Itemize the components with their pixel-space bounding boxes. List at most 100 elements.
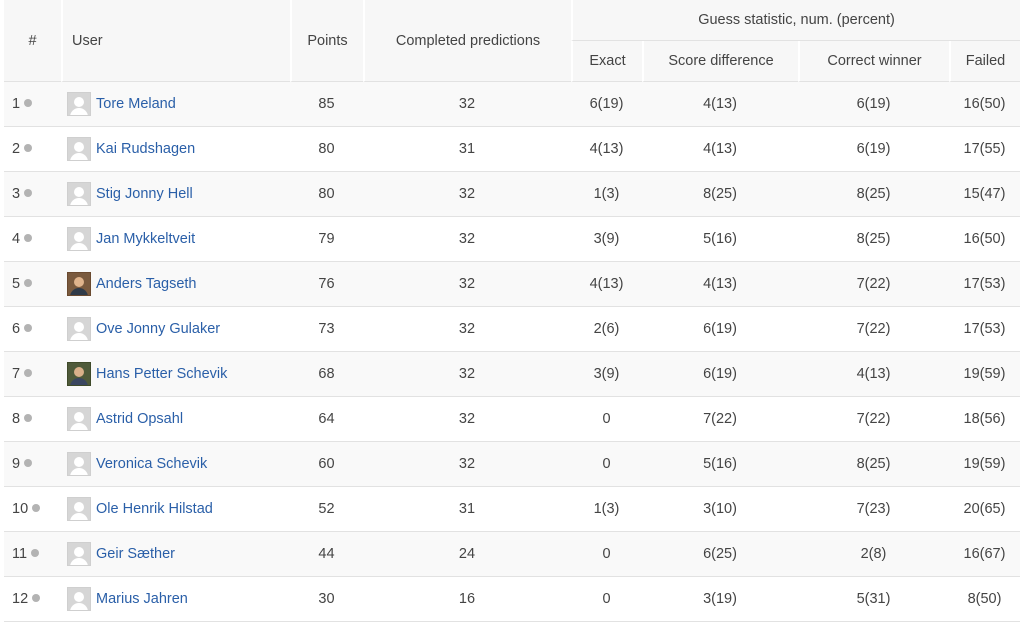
completed-predictions-cell: 31 <box>363 487 571 532</box>
default-avatar-icon[interactable] <box>67 587 91 611</box>
points-column-header[interactable]: Points <box>290 0 363 82</box>
status-dot-icon <box>24 459 33 468</box>
failed-cell: 15(47) <box>949 172 1020 217</box>
completed-predictions-cell: 32 <box>363 397 571 442</box>
user-cell: Anders Tagseth <box>61 262 290 307</box>
score-difference-cell: 3(19) <box>642 577 798 622</box>
default-avatar-icon[interactable] <box>67 317 91 341</box>
rank-number: 3 <box>12 186 21 202</box>
table-row: 9 Veronica Schevik 60 32 0 5(16) 8(25) 19(59) <box>4 442 1020 487</box>
default-avatar-icon[interactable] <box>67 542 91 566</box>
user-cell: Veronica Schevik <box>61 442 290 487</box>
user-name-link[interactable]: Ole Henrik Hilstad <box>96 501 213 517</box>
score-difference-cell: 4(13) <box>642 127 798 172</box>
rank-cell: 11 <box>4 532 61 577</box>
user-name-link[interactable]: Ove Jonny Gulaker <box>96 321 220 337</box>
completed-predictions-cell: 31 <box>363 127 571 172</box>
default-avatar-icon[interactable] <box>67 407 91 431</box>
score-difference-cell: 3(10) <box>642 487 798 532</box>
correct-winner-cell: 7(22) <box>798 397 949 442</box>
points-cell: 52 <box>290 487 363 532</box>
completed-predictions-column-header[interactable]: Completed predictions <box>363 0 571 82</box>
exact-cell: 3(9) <box>571 352 642 397</box>
default-avatar-icon[interactable] <box>67 452 91 476</box>
completed-predictions-cell: 32 <box>363 442 571 487</box>
rank-cell: 9 <box>4 442 61 487</box>
exact-column-header[interactable]: Exact <box>571 41 642 82</box>
default-avatar-icon[interactable] <box>67 497 91 521</box>
rank-cell: 8 <box>4 397 61 442</box>
completed-predictions-cell: 16 <box>363 577 571 622</box>
correct-winner-cell: 7(22) <box>798 262 949 307</box>
rank-cell: 10 <box>4 487 61 532</box>
rank-cell: 2 <box>4 127 61 172</box>
rank-cell: 5 <box>4 262 61 307</box>
rank-cell: 6 <box>4 307 61 352</box>
status-dot-icon <box>24 279 33 288</box>
user-name-link[interactable]: Marius Jahren <box>96 591 188 607</box>
exact-cell: 4(13) <box>571 262 642 307</box>
score-difference-column-header[interactable]: Score difference <box>642 41 798 82</box>
table-row: 4 Jan Mykkeltveit 79 32 3(9) 5(16) 8(25) 16(50) <box>4 217 1020 262</box>
points-cell: 73 <box>290 307 363 352</box>
default-avatar-icon[interactable] <box>67 137 91 161</box>
status-dot-icon <box>24 324 33 333</box>
rank-number: 7 <box>12 366 21 382</box>
correct-winner-column-header[interactable]: Correct winner <box>798 41 949 82</box>
points-cell: 44 <box>290 532 363 577</box>
points-cell: 64 <box>290 397 363 442</box>
user-name-link[interactable]: Geir Sæther <box>96 546 175 562</box>
user-cell: Tore Meland <box>61 82 290 127</box>
points-cell: 79 <box>290 217 363 262</box>
user-name-link[interactable]: Veronica Schevik <box>96 456 207 472</box>
correct-winner-cell: 8(25) <box>798 172 949 217</box>
exact-cell: 0 <box>571 442 642 487</box>
completed-predictions-cell: 32 <box>363 172 571 217</box>
status-dot-icon <box>24 144 33 153</box>
rank-number: 9 <box>12 456 21 472</box>
user-column-header[interactable]: User <box>61 0 290 82</box>
user-name-link[interactable]: Jan Mykkeltveit <box>96 231 195 247</box>
status-dot-icon <box>24 234 33 243</box>
failed-column-header[interactable]: Failed <box>949 41 1020 82</box>
status-dot-icon <box>24 99 33 108</box>
status-dot-icon <box>32 504 41 513</box>
user-name-link[interactable]: Anders Tagseth <box>96 276 197 292</box>
user-avatar[interactable] <box>67 362 91 386</box>
user-name-link[interactable]: Astrid Opsahl <box>96 411 183 427</box>
status-dot-icon <box>24 369 33 378</box>
correct-winner-cell: 7(22) <box>798 307 949 352</box>
user-name-link[interactable]: Stig Jonny Hell <box>96 186 193 202</box>
correct-winner-cell: 8(25) <box>798 442 949 487</box>
default-avatar-icon[interactable] <box>67 182 91 206</box>
table-row: 1 Tore Meland 85 32 6(19) 4(13) 6(19) 16(50) <box>4 82 1020 127</box>
status-dot-icon <box>31 549 40 558</box>
user-name-link[interactable]: Hans Petter Schevik <box>96 366 227 382</box>
table-body: 1 Tore Meland 85 32 6(19) 4(13) 6(19) 16(50) 2 Ka… <box>4 82 1020 622</box>
failed-cell: 16(50) <box>949 82 1020 127</box>
user-cell: Geir Sæther <box>61 532 290 577</box>
failed-cell: 20(65) <box>949 487 1020 532</box>
completed-predictions-cell: 24 <box>363 532 571 577</box>
failed-cell: 19(59) <box>949 352 1020 397</box>
table-header: # User Points Completed predictions Gues… <box>4 0 1020 82</box>
table-row: 8 Astrid Opsahl 64 32 0 7(22) 7(22) 18(56) <box>4 397 1020 442</box>
default-avatar-icon[interactable] <box>67 227 91 251</box>
user-name-link[interactable]: Tore Meland <box>96 96 176 112</box>
rank-column-header[interactable]: # <box>4 0 61 82</box>
default-avatar-icon[interactable] <box>67 92 91 116</box>
failed-cell: 18(56) <box>949 397 1020 442</box>
rank-number: 12 <box>12 591 29 607</box>
status-dot-icon <box>24 414 33 423</box>
user-name-link[interactable]: Kai Rudshagen <box>96 141 195 157</box>
rank-cell: 4 <box>4 217 61 262</box>
user-cell: Ole Henrik Hilstad <box>61 487 290 532</box>
rank-number: 5 <box>12 276 21 292</box>
failed-cell: 17(53) <box>949 262 1020 307</box>
user-cell: Ove Jonny Gulaker <box>61 307 290 352</box>
table-row: 10 Ole Henrik Hilstad 52 31 1(3) 3(10) 7(23) 20… <box>4 487 1020 532</box>
user-avatar[interactable] <box>67 272 91 296</box>
completed-predictions-cell: 32 <box>363 352 571 397</box>
exact-cell: 1(3) <box>571 487 642 532</box>
points-cell: 76 <box>290 262 363 307</box>
